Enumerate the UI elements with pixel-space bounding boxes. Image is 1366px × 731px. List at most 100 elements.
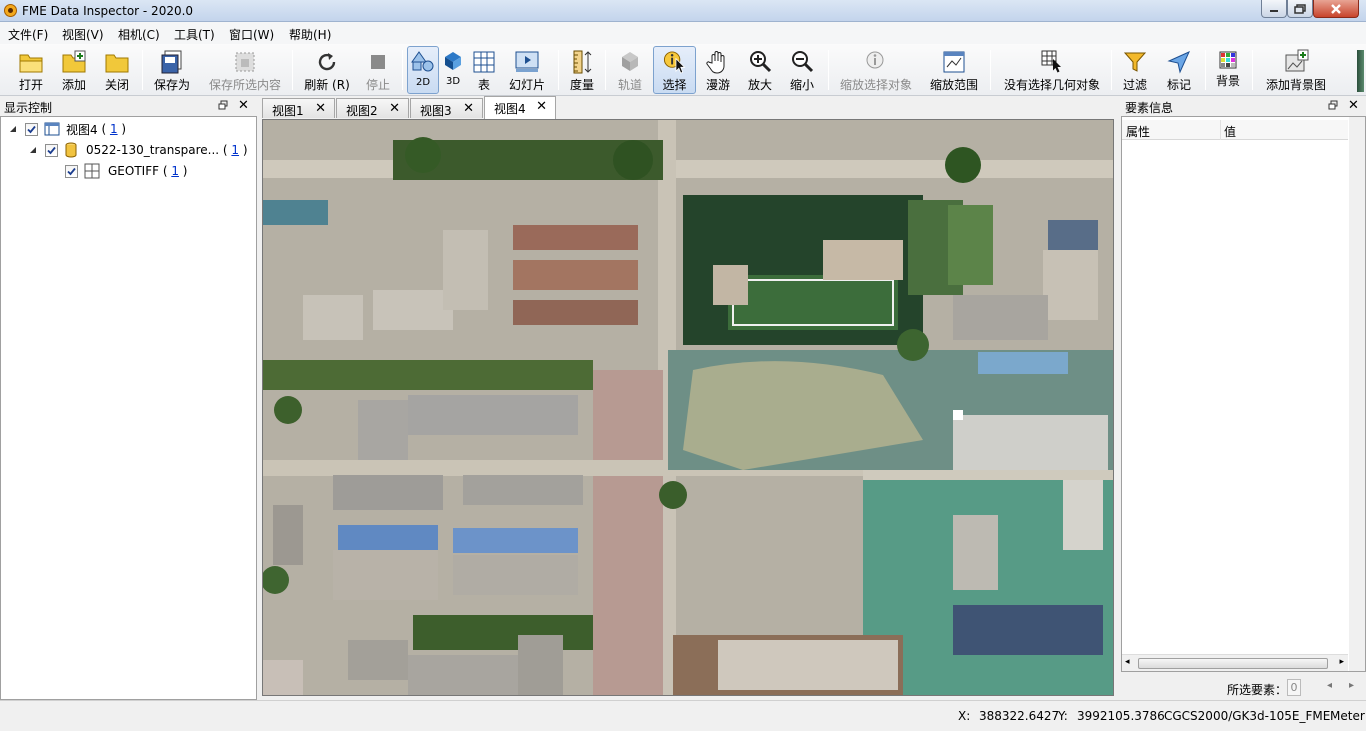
feature-info-panel (1121, 116, 1366, 672)
menu-camera[interactable]: 相机(C) (118, 26, 160, 43)
float-panel-icon[interactable] (1328, 100, 1338, 110)
toolbar-separator (558, 50, 559, 90)
add-button[interactable]: 添加 (54, 46, 94, 94)
orbit-cube-icon (622, 52, 638, 71)
add-background-button[interactable]: 添加背景图 (1262, 46, 1330, 94)
shapes-2d-icon (411, 51, 434, 72)
orbit-button[interactable]: 轨道 (612, 46, 648, 94)
toolbar-grip (1357, 50, 1364, 92)
background-grid-icon (1219, 51, 1237, 69)
feature-panel-header: 要素信息 ✕ (1121, 97, 1366, 115)
scroll-right-icon[interactable]: ▸ (1339, 657, 1344, 667)
close-tab-icon[interactable]: ✕ (463, 101, 474, 116)
ruler-icon (573, 50, 592, 74)
mark-button[interactable]: 标记 (1160, 46, 1198, 94)
view4-checkbox[interactable] (25, 122, 38, 136)
close-feature-panel-icon[interactable]: ✕ (1348, 98, 1359, 113)
stop-button[interactable]: 停止 (358, 46, 398, 94)
menu-help[interactable]: 帮助(H) (289, 26, 331, 43)
scrollbar-thumb[interactable] (1138, 658, 1328, 669)
toolbar-separator (402, 50, 403, 90)
zoom-selected-button[interactable]: 缩放选择对象 (836, 46, 916, 94)
close-dataset-button[interactable]: 关闭 (97, 46, 137, 94)
tree-node-geotiff[interactable]: GEOTIFF ( 1 ) (65, 162, 187, 180)
close-tab-icon[interactable]: ✕ (389, 101, 400, 116)
view4-count[interactable]: 1 (110, 122, 118, 136)
pan-button[interactable]: 漫游 (702, 46, 734, 94)
navigate-arrow-icon (1167, 51, 1190, 74)
save-selected-icon (235, 52, 255, 72)
tree-node-dataset[interactable]: 0522-130_transpare... ( 1 ) (29, 141, 248, 159)
tab-view1[interactable]: 视图1 ✕ (262, 98, 335, 118)
table-icon (473, 51, 495, 73)
column-value[interactable]: 值 (1224, 123, 1236, 140)
zoom-in-button[interactable]: 放大 (744, 46, 776, 94)
folder-open-icon (19, 54, 43, 73)
expand-arrow-icon[interactable] (9, 125, 17, 133)
close-window-button[interactable] (1313, 0, 1359, 18)
view4-count-close: ) (117, 122, 127, 136)
tab-view3[interactable]: 视图3 ✕ (410, 98, 483, 118)
map-canvas[interactable] (262, 119, 1114, 696)
float-panel-icon[interactable] (218, 100, 228, 110)
background-button[interactable]: 背景 (1210, 46, 1246, 94)
close-display-panel-icon[interactable]: ✕ (238, 98, 249, 113)
next-feature-icon[interactable]: ▸ (1349, 680, 1354, 691)
no-geometry-selected-button[interactable]: 没有选择几何对象 (1000, 46, 1104, 94)
filter-button[interactable]: 过滤 (1116, 46, 1154, 94)
mode-3d-button[interactable]: 3D (441, 46, 465, 94)
geotiff-count[interactable]: 1 (171, 164, 179, 178)
geotiff-checkbox[interactable] (65, 164, 78, 178)
display-panel-title: 显示控制 (4, 101, 53, 115)
save-selected-button[interactable]: 保存所选内容 (205, 46, 285, 94)
refresh-button[interactable]: 刷新 (R) (302, 46, 352, 94)
open-button[interactable]: 打开 (10, 46, 52, 94)
check-icon (47, 146, 56, 154)
tree-node-view4[interactable]: 视图4 ( 1 ) (9, 120, 126, 138)
measure-button[interactable]: 度量 (565, 46, 599, 94)
close-tab-icon[interactable]: ✕ (536, 99, 547, 114)
mode-2d-button[interactable]: 2D (407, 46, 439, 94)
close-icon (1331, 3, 1341, 14)
minimize-icon (1270, 9, 1278, 12)
check-icon (67, 167, 76, 175)
minimize-button[interactable] (1261, 0, 1287, 18)
unit-label: Meter (1330, 709, 1365, 723)
menu-view[interactable]: 视图(V) (62, 26, 104, 43)
tab-view2[interactable]: 视图2 ✕ (336, 98, 409, 118)
scroll-left-icon[interactable]: ◂ (1125, 657, 1130, 667)
feature-vertical-scrollbar[interactable] (1349, 117, 1365, 671)
column-divider (1220, 120, 1221, 140)
feature-horizontal-scrollbar[interactable]: ◂ ▸ (1122, 654, 1348, 671)
refresh-icon (318, 53, 336, 71)
dataset-count[interactable]: 1 (231, 143, 239, 157)
slideshow-icon (515, 51, 539, 72)
selected-features-label: 所选要素： (1227, 683, 1288, 697)
table-select-icon (1041, 50, 1061, 73)
zoom-selected-icon (866, 51, 884, 69)
tab-view4[interactable]: 视图4 ✕ (484, 96, 556, 119)
menu-window[interactable]: 窗口(W) (229, 26, 274, 43)
x-coord-label: X: (958, 709, 971, 723)
menu-file[interactable]: 文件(F) (8, 26, 48, 43)
close-tab-icon[interactable]: ✕ (315, 101, 326, 116)
table-view-button[interactable]: 表 (470, 46, 498, 94)
expand-arrow-icon[interactable] (29, 146, 37, 154)
funnel-icon (1123, 52, 1147, 72)
maximize-button[interactable] (1287, 0, 1313, 18)
y-coord-label: Y: (1058, 709, 1068, 723)
column-attribute[interactable]: 属性 (1126, 123, 1150, 140)
save-as-button[interactable]: 保存为 (150, 46, 194, 94)
geotiff-count-open: ( (159, 164, 172, 178)
hand-icon (706, 51, 725, 74)
selected-features-count: 0 (1287, 679, 1301, 696)
slideshow-button[interactable]: 幻灯片 (505, 46, 549, 94)
dataset-checkbox[interactable] (45, 143, 58, 157)
select-tool-button[interactable]: 选择 (653, 46, 696, 94)
geotiff-count-close: ) (178, 164, 188, 178)
shapes-3d-icon (445, 52, 461, 70)
zoom-out-button[interactable]: 缩小 (786, 46, 818, 94)
menu-tools[interactable]: 工具(T) (174, 26, 215, 43)
zoom-extent-button[interactable]: 缩放范围 (926, 46, 982, 94)
previous-feature-icon[interactable]: ◂ (1327, 680, 1332, 691)
